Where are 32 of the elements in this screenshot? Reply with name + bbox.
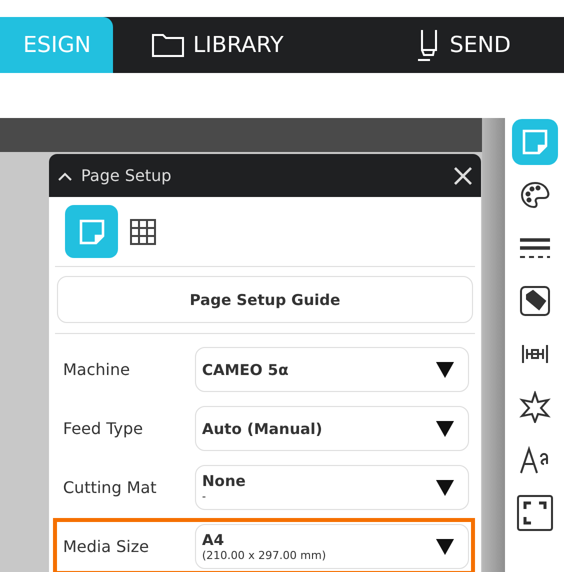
dropdown[interactable]: Auto (Manual)	[195, 406, 469, 451]
panel-title: Page Setup	[81, 166, 172, 185]
dropdown-caret-icon	[436, 420, 454, 436]
grid-icon	[130, 218, 156, 244]
close-icon[interactable]	[453, 166, 473, 186]
page-setup-guide-button[interactable]: Page Setup Guide	[57, 276, 473, 323]
star-icon	[518, 391, 550, 423]
dropdown-value: Auto (Manual)	[202, 420, 324, 438]
nav-tab[interactable]: SEND	[378, 17, 549, 73]
dropdown-detail: (210.00 x 297.00 mm)	[202, 549, 327, 562]
dropdown-detail: -	[202, 490, 207, 503]
field-label: Media Size	[62, 537, 150, 556]
dropdown-value: None	[202, 472, 247, 490]
nav-tab[interactable]: LIBRARY	[113, 17, 322, 73]
dropdown-value: CAMEO 5α	[202, 360, 290, 378]
fit-frame-icon	[516, 495, 552, 531]
dropdown-caret-icon	[436, 362, 454, 378]
scrollbar[interactable]	[482, 118, 505, 572]
dropdown-caret-icon	[436, 538, 454, 554]
dropdown[interactable]: A4 (210.00 x 297.00 mm)	[195, 524, 469, 569]
field-label: Machine	[62, 360, 131, 379]
dropdown[interactable]: CAMEO 5α	[195, 347, 469, 392]
dropdown[interactable]: None -	[195, 465, 469, 510]
palette-icon	[520, 181, 550, 209]
dropdown-caret-icon	[436, 480, 454, 496]
text-style-icon	[518, 445, 550, 475]
field-label: Feed Type	[62, 419, 144, 438]
dropdown-value: A4	[202, 531, 226, 549]
field-label: Cutting Mat	[62, 478, 158, 497]
fill-pattern-icon	[518, 285, 550, 317]
folder-icon	[151, 32, 185, 58]
collapse-icon[interactable]	[57, 170, 73, 180]
